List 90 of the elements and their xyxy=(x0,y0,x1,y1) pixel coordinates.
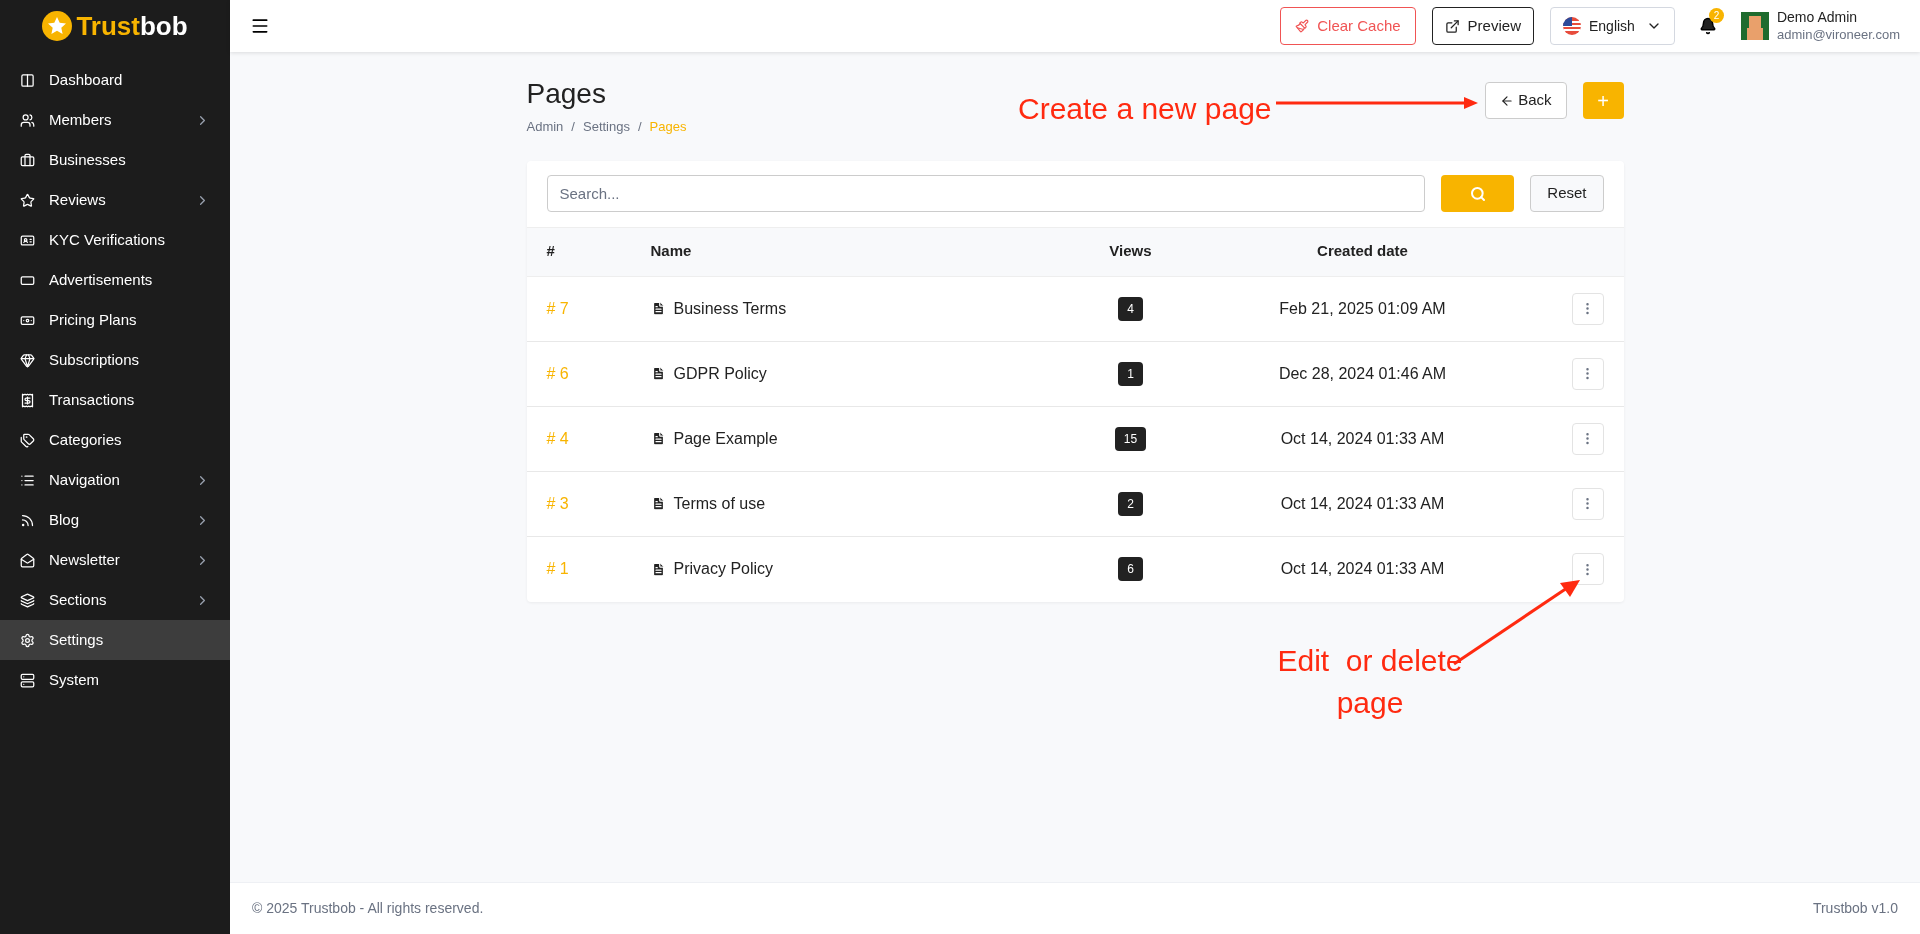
flag-icon xyxy=(1562,17,1581,35)
page-name: Business Terms xyxy=(673,298,787,319)
sidebar-item[interactable]: Dashboard xyxy=(0,60,230,100)
gem-icon xyxy=(20,352,35,368)
back-button[interactable]: Back xyxy=(1485,82,1567,119)
sidebar-item[interactable]: Settings xyxy=(0,620,230,660)
file-icon xyxy=(650,431,666,446)
external-link-icon xyxy=(1444,18,1460,34)
breadcrumb-separator: / xyxy=(637,118,642,136)
search-icon xyxy=(1469,185,1486,202)
page-id: # 6 xyxy=(546,363,570,384)
column-header: Name xyxy=(650,241,693,262)
brush-icon xyxy=(1295,19,1310,33)
version-text: Trustbob v1.0 xyxy=(1812,899,1898,918)
rss-icon xyxy=(20,512,35,528)
page-id: # 7 xyxy=(546,298,570,319)
page-id: # 3 xyxy=(546,493,570,514)
sidebar-item[interactable]: Reviews xyxy=(0,180,230,220)
notification-badge: 2 xyxy=(1708,8,1724,23)
columns-icon xyxy=(20,72,35,88)
page-name: Terms of use xyxy=(673,493,766,514)
created-date: Oct 14, 2024 01:33 AM xyxy=(1279,559,1446,579)
briefcase-icon xyxy=(20,152,35,168)
sidebar-item[interactable]: Navigation xyxy=(0,460,230,500)
breadcrumb-link[interactable]: Admin xyxy=(526,117,564,137)
page-id: # 4 xyxy=(546,428,570,449)
language-dropdown[interactable]: English xyxy=(1549,7,1675,45)
breadcrumb-separator: / xyxy=(571,118,575,136)
sidebar-item[interactable]: Businesses xyxy=(0,140,230,180)
server-icon xyxy=(20,672,35,688)
breadcrumb-link[interactable]: Settings xyxy=(583,117,630,137)
menu-icon xyxy=(250,16,270,36)
sidebar-item[interactable]: Members xyxy=(0,100,230,140)
sidebar-item[interactable]: Transactions xyxy=(0,380,230,420)
receipt-icon xyxy=(20,392,35,408)
star-logo-icon xyxy=(42,11,73,41)
column-header: # xyxy=(546,241,556,262)
views-badge: 6 xyxy=(1118,557,1143,581)
created-date: Dec 28, 2024 01:46 AM xyxy=(1277,363,1448,384)
brand-name: Trustbob xyxy=(76,9,188,43)
search-button[interactable] xyxy=(1441,175,1515,212)
file-icon xyxy=(650,366,666,381)
bell-icon xyxy=(1698,17,1717,35)
column-header: Created date xyxy=(1316,241,1409,262)
sidebar-item[interactable]: KYC Verifications xyxy=(0,220,230,260)
user-email: admin@vironeer.com xyxy=(1776,26,1900,43)
file-icon xyxy=(650,561,666,577)
annotation-text: Create a new page xyxy=(1018,91,1272,127)
page-title: Pages xyxy=(526,77,607,111)
annotation-text: Edit or delete page xyxy=(1276,643,1464,721)
sidebar-item[interactable]: Pricing Plans xyxy=(0,300,230,340)
users-icon xyxy=(20,112,35,128)
sidebar-item[interactable]: Subscriptions xyxy=(0,340,230,380)
layers-icon xyxy=(20,592,35,608)
page-name: Privacy Policy xyxy=(673,559,774,579)
star-icon xyxy=(20,192,35,208)
sidebar-item[interactable]: Sections xyxy=(0,580,230,620)
created-date: Oct 14, 2024 01:33 AM xyxy=(1279,428,1446,449)
views-badge: 2 xyxy=(1118,491,1143,516)
file-icon xyxy=(650,496,666,511)
reset-button[interactable]: Reset xyxy=(1530,175,1604,212)
sidebar-item[interactable]: Advertisements xyxy=(0,260,230,300)
search-field[interactable]: Search... xyxy=(546,175,1426,212)
notifications-button[interactable] xyxy=(1698,17,1717,35)
user-name: Demo Admin xyxy=(1776,9,1859,27)
page-id: # 1 xyxy=(546,559,570,579)
sidebar-item[interactable]: Newsletter xyxy=(0,540,230,580)
views-badge: 1 xyxy=(1118,361,1143,386)
mail-icon xyxy=(20,552,35,568)
settings-icon xyxy=(20,632,35,648)
copyright-text: © 2025 Trustbob - All rights reserved. xyxy=(252,899,484,918)
views-badge: 4 xyxy=(1118,296,1143,321)
sidebar-item[interactable]: Blog xyxy=(0,500,230,540)
column-header: Views xyxy=(1108,241,1153,262)
sidebar-item[interactable]: Categories xyxy=(0,420,230,460)
list-icon xyxy=(20,472,35,488)
id-card-icon xyxy=(20,232,35,248)
arrow-left-icon xyxy=(1500,93,1515,108)
preview-button[interactable]: Preview xyxy=(1431,7,1534,45)
created-date: Feb 21, 2025 01:09 AM xyxy=(1278,298,1447,319)
sidebar-item[interactable]: System xyxy=(0,660,230,700)
file-icon xyxy=(650,301,666,316)
created-date: Oct 14, 2024 01:33 AM xyxy=(1279,493,1446,514)
page-name: Page Example xyxy=(673,428,778,449)
tags-icon xyxy=(20,432,35,448)
page-name: GDPR Policy xyxy=(673,363,767,384)
clear-cache-button[interactable]: Clear Cache xyxy=(1280,7,1416,45)
views-badge: 15 xyxy=(1114,426,1147,451)
avatar-icon xyxy=(1740,12,1769,40)
menu-button[interactable] xyxy=(250,16,270,36)
